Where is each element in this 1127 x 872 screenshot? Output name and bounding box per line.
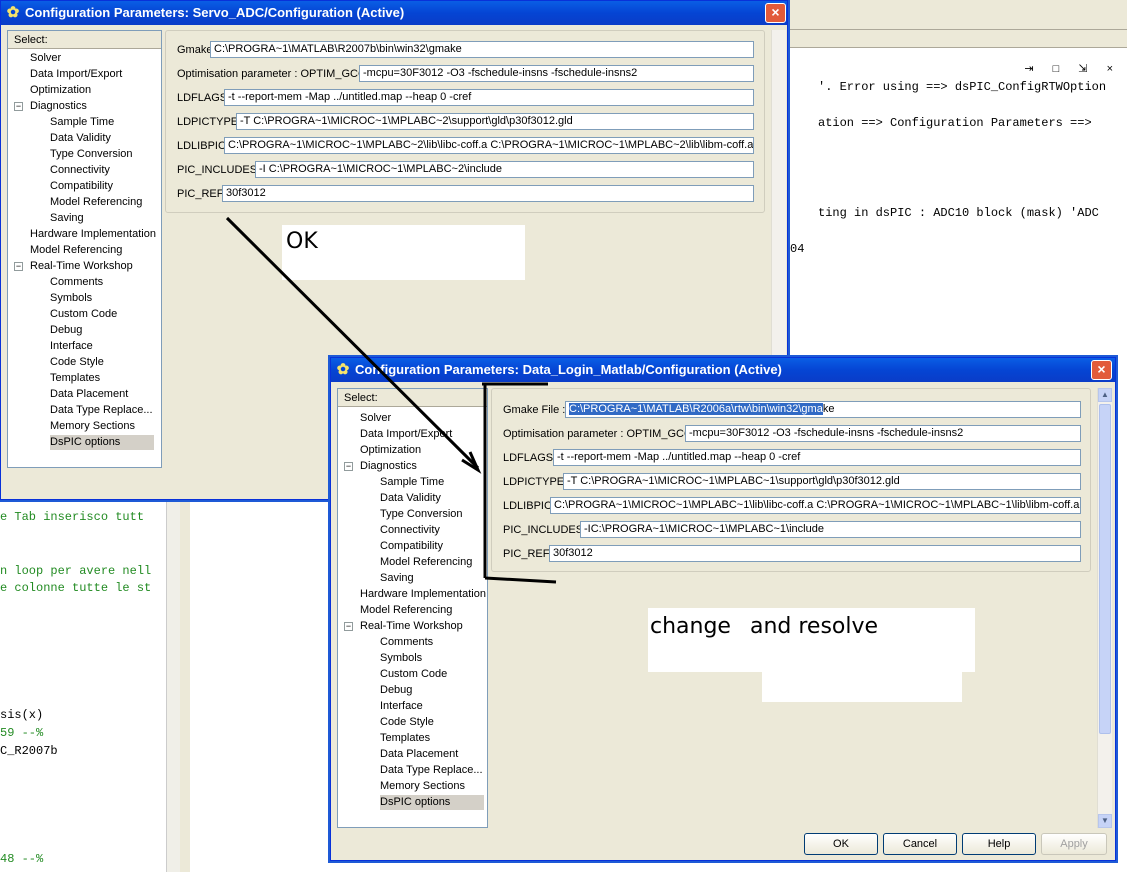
annotation-arrow: [225, 216, 557, 584]
